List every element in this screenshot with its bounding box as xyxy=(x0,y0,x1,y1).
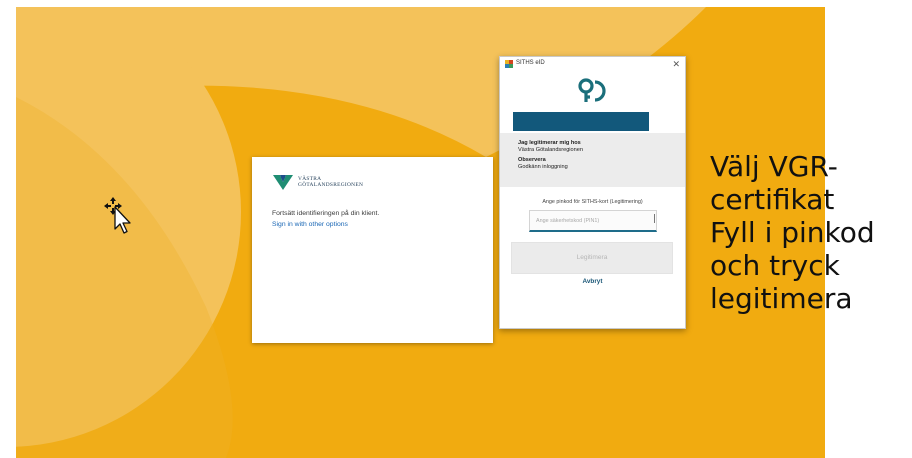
siths-key-icon xyxy=(578,78,606,102)
vgr-logo-icon xyxy=(273,175,293,190)
instruction-line: legitimera xyxy=(710,282,853,315)
instruction-line: certifikat xyxy=(710,183,835,216)
notice-heading: Observera xyxy=(518,157,546,163)
sign-in-other-options-link[interactable]: Sign in with other options xyxy=(272,221,348,228)
siths-banner-bar xyxy=(513,112,649,131)
instruction-line: och tryck xyxy=(710,249,840,282)
instruction-text: Välj VGR- certifikat Fyll i pinkod och t… xyxy=(710,150,910,315)
pin-input[interactable] xyxy=(529,210,657,232)
organization-name: Västra Götalandsregionen xyxy=(518,147,583,153)
legitimera-button[interactable]: Legitimera xyxy=(511,242,673,274)
siths-eid-dialog: SITHS eID ✕ Jag legitimerar mig hos Väst… xyxy=(499,56,686,329)
notice-text: Godkänn inloggning xyxy=(518,164,568,170)
vgr-logo: VÄSTRA GÖTALANDSREGIONEN xyxy=(272,173,363,191)
continue-message: Fortsätt identifieringen på din klient. xyxy=(272,210,380,217)
text-cursor xyxy=(654,214,655,223)
vgr-logo-text: VÄSTRA GÖTALANDSREGIONEN xyxy=(298,175,364,188)
dialog-titlebar: SITHS eID ✕ xyxy=(500,57,685,72)
move-cursor-icon xyxy=(104,197,131,234)
dialog-title: SITHS eID xyxy=(516,60,545,66)
instruction-line: Välj VGR- xyxy=(710,150,838,183)
signin-card: VÄSTRA GÖTALANDSREGIONEN Fortsätt identi… xyxy=(252,157,493,343)
info-heading: Jag legitimerar mig hos xyxy=(518,140,581,146)
pin-label: Ange pinkod för SITHS-kort (Legitimering… xyxy=(542,199,643,205)
instruction-line: Fyll i pinkod xyxy=(710,216,875,249)
relying-party-info: Jag legitimerar mig hos Västra Götalands… xyxy=(500,133,685,187)
siths-app-icon xyxy=(505,60,513,68)
cancel-link[interactable]: Avbryt xyxy=(500,278,685,285)
close-icon[interactable]: ✕ xyxy=(672,58,680,70)
